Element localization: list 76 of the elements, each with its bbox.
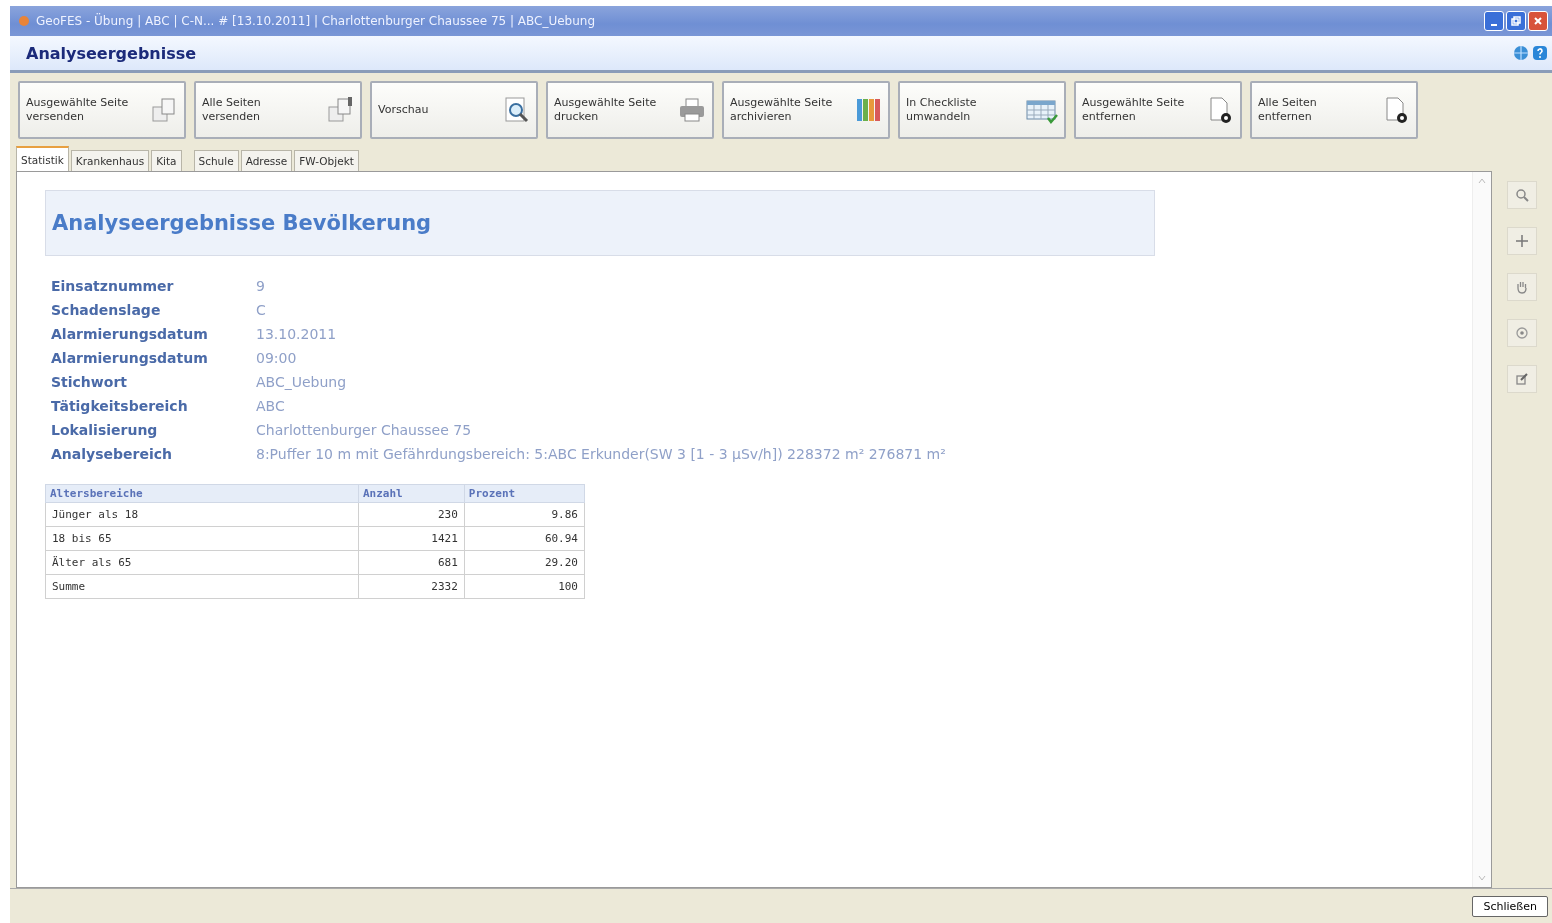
target-icon bbox=[1515, 326, 1529, 340]
field-label: Schadenslage bbox=[51, 302, 162, 318]
table-cell: 9.86 bbox=[464, 502, 585, 527]
printer-icon bbox=[678, 96, 706, 124]
tab[interactable]: Kita bbox=[151, 150, 182, 171]
field-value: Charlottenburger Chaussee 75 bbox=[256, 422, 473, 438]
column-header: Prozent bbox=[464, 484, 585, 503]
column-header: Anzahl bbox=[358, 484, 465, 503]
table-cell: 230 bbox=[358, 502, 465, 527]
tab[interactable]: Schule bbox=[193, 150, 239, 171]
help-icon[interactable] bbox=[1532, 45, 1548, 61]
report-title: Analyseergebnisse Bevölkerung bbox=[45, 190, 1155, 256]
table-cell: 2332 bbox=[358, 574, 465, 599]
toolbar-button[interactable]: Ausgewählte Seite versenden bbox=[18, 81, 186, 139]
table-cell: 1421 bbox=[358, 526, 465, 551]
restore-icon bbox=[1511, 16, 1521, 26]
close-icon bbox=[1533, 16, 1543, 26]
preview-icon bbox=[502, 96, 530, 124]
field-label: Alarmierungsdatum bbox=[51, 350, 209, 366]
map-tool-button[interactable] bbox=[1507, 319, 1537, 347]
globe-icon[interactable] bbox=[1513, 45, 1529, 61]
minimize-button[interactable] bbox=[1484, 11, 1504, 31]
page-title: Analyseergebnisse bbox=[26, 43, 198, 63]
close-dialog-button[interactable]: Schließen bbox=[1472, 895, 1548, 917]
map-tool-button[interactable] bbox=[1507, 273, 1537, 301]
app-icon bbox=[18, 15, 30, 27]
field-value: 09:00 bbox=[256, 350, 298, 366]
tab[interactable]: FW-Objekt bbox=[294, 150, 359, 171]
field-value: C bbox=[256, 302, 267, 318]
scroll-up-icon bbox=[1477, 176, 1487, 186]
field-value: 8:Puffer 10 m mit Gefährdungsbereich: 5:ABC Erkunder(SW 3 [1 - 3 µSv/h]) 228372 m² 276871 m² bbox=[256, 446, 947, 462]
binders-icon bbox=[854, 96, 882, 124]
field-label: Analysebereich bbox=[51, 446, 173, 462]
map-tool-button[interactable] bbox=[1507, 227, 1537, 255]
toolbar-button[interactable]: Alle Seiten versenden bbox=[194, 81, 362, 139]
minimize-icon bbox=[1491, 24, 1497, 26]
field-value: ABC bbox=[256, 398, 286, 414]
send-page-icon bbox=[326, 96, 354, 124]
map-tool-button[interactable] bbox=[1507, 365, 1537, 393]
window-title: GeoFES - Übung | ABC | C-N... # [13.10.2011] | Charlottenburger Chaussee 75 | ABC_Uebung bbox=[36, 14, 597, 28]
hand-icon bbox=[1515, 280, 1529, 294]
tab[interactable]: Statistik bbox=[16, 146, 69, 171]
table-cell: 60.94 bbox=[464, 526, 585, 551]
edit-icon bbox=[1515, 372, 1529, 386]
toolbar-button[interactable]: Alle Seiten entfernen bbox=[1250, 81, 1418, 139]
field-label: Tätigkeitsbereich bbox=[51, 398, 189, 414]
table-cell: Jünger als 18 bbox=[45, 502, 359, 527]
field-label: Einsatznummer bbox=[51, 278, 175, 294]
tab[interactable]: Adresse bbox=[240, 150, 293, 171]
scroll-down-icon bbox=[1477, 873, 1487, 883]
field-value: 9 bbox=[256, 278, 266, 294]
toolbar-button[interactable]: Ausgewählte Seite archivieren bbox=[722, 81, 890, 139]
table-cell: Älter als 65 bbox=[45, 550, 359, 575]
table-cell: 29.20 bbox=[464, 550, 585, 575]
table-cell: 100 bbox=[464, 574, 585, 599]
field-value: ABC_Uebung bbox=[256, 374, 348, 390]
toolbar-button[interactable]: In Checkliste umwandeln bbox=[898, 81, 1066, 139]
close-button[interactable] bbox=[1528, 11, 1548, 31]
send-page-icon bbox=[150, 96, 178, 124]
table-cell: 18 bis 65 bbox=[45, 526, 359, 551]
map-tool-button[interactable] bbox=[1507, 181, 1537, 209]
search-icon bbox=[1515, 188, 1529, 202]
field-value: 13.10.2011 bbox=[256, 326, 338, 342]
field-label: Alarmierungsdatum bbox=[51, 326, 209, 342]
toolbar-button[interactable]: Ausgewählte Seite drucken bbox=[546, 81, 714, 139]
toolbar-button[interactable]: Vorschau bbox=[370, 81, 538, 139]
restore-button[interactable] bbox=[1506, 11, 1526, 31]
table-cell: Summe bbox=[45, 574, 359, 599]
table-cell: 681 bbox=[358, 550, 465, 575]
crosshair-icon bbox=[1515, 234, 1529, 248]
column-header: Altersbereiche bbox=[45, 484, 359, 503]
toolbar-button[interactable]: Ausgewählte Seite entfernen bbox=[1074, 81, 1242, 139]
field-label: Stichwort bbox=[51, 374, 128, 390]
scrollbar[interactable] bbox=[1472, 172, 1491, 887]
field-label: Lokalisierung bbox=[51, 422, 159, 438]
tab[interactable]: Krankenhaus bbox=[70, 150, 150, 171]
